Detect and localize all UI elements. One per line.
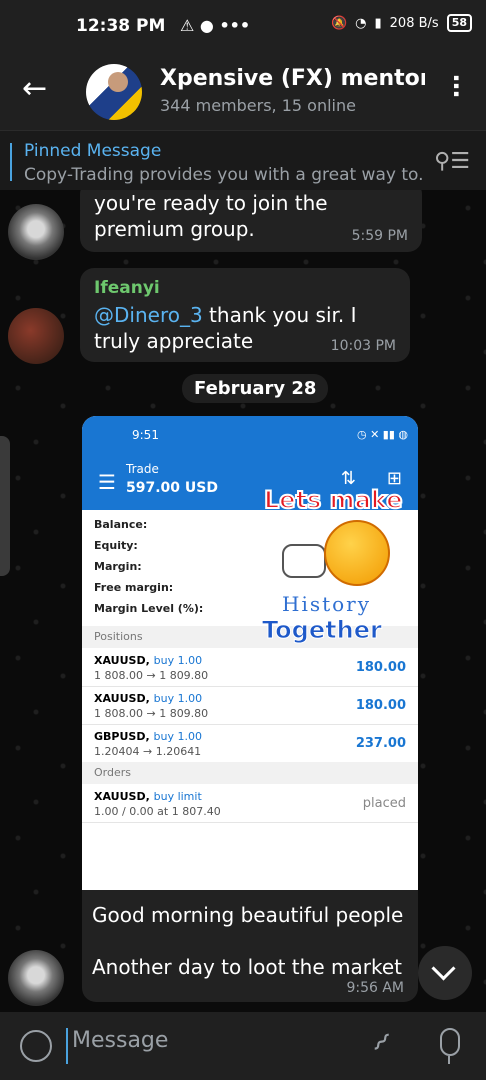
position-type: buy 1.00 — [153, 730, 202, 743]
status-bar: 12:38 PM ⚠ ● ••• 🔕 ◔ ▮ 208 B/s 58 — [0, 0, 486, 56]
position-symbol: GBPUSD, — [94, 730, 150, 743]
group-avatar[interactable] — [86, 64, 142, 120]
image-caption-bubble[interactable]: Good morning beautiful people Another da… — [82, 890, 418, 1002]
message-bubble[interactable]: you're ready to join the premium group. … — [80, 190, 422, 252]
signal-icon: ▮ — [374, 15, 382, 31]
pinned-accent-bar — [10, 143, 12, 181]
position-value: 180.00 — [355, 698, 406, 713]
sticker-line-3: Together — [262, 616, 383, 645]
pointing-hand-icon — [282, 544, 326, 578]
more-options-icon[interactable]: ⋯ — [442, 74, 470, 98]
chat-area[interactable]: you're ready to join the premium group. … — [0, 190, 486, 1012]
sender-avatar-lion[interactable] — [8, 204, 64, 260]
mention-link[interactable]: @Dinero_3 — [94, 303, 203, 327]
smiley-face-icon — [324, 520, 390, 586]
status-right: 🔕 ◔ ▮ 208 B/s 58 — [331, 14, 472, 32]
order-type: buy limit — [153, 790, 202, 803]
battery-indicator: 58 — [446, 14, 472, 32]
network-speed: 208 B/s — [389, 15, 439, 31]
order-symbol: XAUUSD, — [94, 790, 150, 803]
sticker-lets-make-history: Lets make History Together — [262, 485, 414, 648]
trade-value: 597.00 USD — [126, 480, 218, 496]
date-separator: February 28 — [182, 374, 329, 403]
pinned-message-bar[interactable]: Pinned Message Copy-Trading provides you… — [0, 130, 486, 191]
status-indicators: ⚠ ● ••• — [180, 16, 251, 35]
order-status: placed — [362, 796, 406, 811]
caption-line-2: Another day to loot the market — [92, 955, 402, 979]
orders-header: Orders — [82, 762, 418, 784]
order-detail: 1.00 / 0.00 at 1 807.40 — [94, 805, 221, 818]
status-time: 12:38 PM — [76, 16, 166, 36]
balance-label: Balance: — [94, 518, 148, 531]
trade-label: Trade — [126, 462, 159, 476]
message-input[interactable]: Message — [66, 1028, 352, 1064]
image-status-icons: ◷ ✕ ▮▮ ◍ — [356, 428, 408, 441]
message-time: 5:59 PM — [351, 228, 408, 244]
pinned-label: Pinned Message — [24, 141, 162, 161]
back-arrow-icon[interactable]: ← — [22, 74, 47, 104]
message-time: 10:03 PM — [330, 338, 396, 354]
wifi-icon: ◔ — [355, 15, 367, 31]
group-title[interactable]: Xpensive (FX) mentorsh — [160, 66, 425, 91]
position-value: 180.00 — [355, 660, 406, 675]
group-subtitle: 344 members, 15 online — [160, 96, 356, 115]
sender-name[interactable]: Ifeanyi — [94, 278, 160, 298]
margin-level-label: Margin Level (%): — [94, 602, 204, 615]
position-type: buy 1.00 — [153, 692, 203, 705]
position-price: 1.20404 → 1.20641 — [94, 745, 202, 758]
position-type: buy 1.00 — [153, 654, 203, 667]
position-row: XAUUSD, buy 1.00 1 808.00 → 1 809.80 180… — [82, 648, 418, 687]
position-row: GBPUSD, buy 1.00 1.20404 → 1.20641 237.0… — [82, 724, 418, 763]
margin-label: Margin: — [94, 560, 142, 573]
unpin-list-icon[interactable]: ⚲☰ — [434, 149, 470, 174]
mute-icon: 🔕 — [330, 15, 348, 31]
chat-header: ← Xpensive (FX) mentorsh 344 members, 15… — [0, 56, 486, 130]
hamburger-icon: ☰ — [98, 470, 116, 494]
order-row: XAUUSD, buy limit 1.00 / 0.00 at 1 807.4… — [82, 784, 418, 823]
position-row: XAUUSD, buy 1.00 1 808.00 → 1 809.80 180… — [82, 686, 418, 725]
image-status-time: 9:51 — [132, 428, 159, 442]
pinned-snippet: Copy-Trading provides you with a great w… — [24, 165, 424, 185]
emoji-icon[interactable] — [20, 1030, 52, 1062]
microphone-icon[interactable] — [440, 1028, 460, 1064]
position-price: 1 808.00 → 1 809.80 — [94, 707, 209, 720]
sticker-line-1: Lets make — [263, 485, 403, 515]
sender-avatar-ifeanyi[interactable] — [8, 308, 64, 364]
side-edge-handle[interactable] — [0, 436, 10, 576]
position-value: 237.00 — [355, 736, 406, 751]
sender-avatar-lion[interactable] — [8, 950, 64, 1006]
caption-time: 9:56 AM — [346, 980, 404, 996]
free-margin-label: Free margin: — [94, 581, 174, 594]
shared-image[interactable]: 9:51 ◷ ✕ ▮▮ ◍ ☰ Trade 597.00 USD ⇅ ⊞ Bal… — [82, 416, 418, 890]
equity-label: Equity: — [94, 539, 138, 552]
message-bubble[interactable]: Ifeanyi @Dinero_3 thank you sir. I truly… — [80, 268, 410, 362]
position-symbol: XAUUSD, — [94, 654, 150, 667]
caption-line-1: Good morning beautiful people — [92, 903, 404, 927]
position-price: 1 808.00 → 1 809.80 — [94, 669, 209, 682]
attach-icon[interactable]: ⌇ — [365, 1028, 395, 1058]
message-input-bar: Message ⌇ — [0, 1012, 486, 1080]
sticker-line-2: History — [282, 592, 372, 616]
position-symbol: XAUUSD, — [94, 692, 150, 705]
scroll-down-button[interactable] — [418, 946, 472, 1000]
